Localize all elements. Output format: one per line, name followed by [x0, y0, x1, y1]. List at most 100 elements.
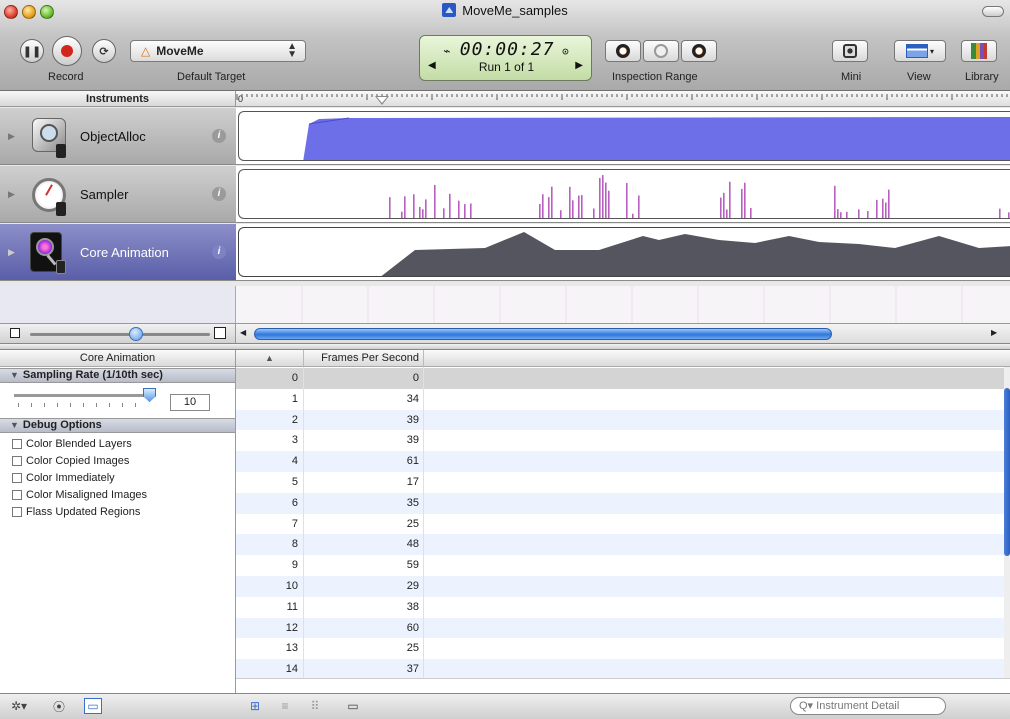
view-button[interactable]: ▾	[894, 40, 946, 62]
sample-spike	[560, 210, 562, 218]
table-row[interactable]: 1 34	[236, 389, 1006, 410]
loop-button[interactable]: ⟳	[92, 39, 116, 63]
sample-spike	[858, 209, 860, 218]
track-core-animation[interactable]	[236, 224, 1010, 281]
option-color-blended-layers[interactable]: Color Blended Layers	[12, 438, 132, 450]
disclosure-triangle-icon[interactable]: ▶	[8, 247, 22, 258]
console-view-icon[interactable]: ▭	[344, 698, 362, 714]
checkbox[interactable]	[12, 507, 22, 517]
sampling-rate-field[interactable]: 10	[170, 394, 210, 411]
minimize-window-button[interactable]	[22, 5, 36, 19]
next-run-button[interactable]: ▶	[575, 60, 583, 71]
large-track-icon	[214, 327, 226, 339]
row-index: 1	[291, 392, 298, 405]
playhead-marker[interactable]	[375, 96, 389, 105]
table-row[interactable]: 10 29	[236, 576, 1006, 597]
table-row[interactable]: 12 60	[236, 617, 1006, 639]
sampling-rate-label: Sampling Rate (1/10th sec)	[22, 369, 163, 381]
track-objectalloc[interactable]	[236, 108, 1010, 165]
column-divider	[423, 367, 424, 678]
sample-spike	[608, 190, 610, 218]
timeline-scrollbar[interactable]: ◀ ▶	[236, 323, 1010, 343]
scroll-right-arrow[interactable]: ▶	[991, 328, 997, 337]
zoom-window-button[interactable]	[40, 5, 54, 19]
outline-view-icon[interactable]: ≡	[276, 698, 294, 714]
timeline-ruler[interactable]: 0	[236, 91, 1010, 107]
mini-button[interactable]	[832, 40, 868, 62]
window-title: MoveMe_samples	[0, 0, 1010, 22]
column-header-fps[interactable]: Frames Per Second	[304, 350, 424, 367]
table-row[interactable]: 13 25	[236, 638, 1006, 659]
table-row[interactable]: 2 39	[236, 409, 1006, 431]
checkbox[interactable]	[12, 490, 22, 500]
timer-display: ⌁ 00:00:27 ⊙ ◀ Run 1 of 1 ▶	[419, 35, 592, 81]
instrument-row-sampler[interactable]: ▶ Sampler i	[0, 166, 236, 223]
option-flash-updated-regions[interactable]: Flass Updated Regions	[12, 506, 140, 518]
disclosure-triangle-icon[interactable]: ▶	[8, 189, 22, 200]
row-index: 2	[291, 413, 298, 426]
option-color-immediately[interactable]: Color Immediately	[12, 472, 115, 484]
pane-splitter[interactable]	[0, 343, 1010, 350]
sampling-rate-section[interactable]: ▼ Sampling Rate (1/10th sec)	[0, 368, 235, 383]
instrument-row-core-animation[interactable]: ▶ Core Animation i	[0, 224, 236, 281]
info-icon[interactable]: i	[212, 187, 226, 201]
pause-button[interactable]: ❚❚	[20, 39, 44, 63]
diagram-view-icon[interactable]: ⠿	[306, 698, 324, 714]
slider-knob[interactable]	[129, 327, 143, 341]
document-icon	[442, 3, 457, 17]
clock-start-icon	[616, 44, 630, 58]
row-fps: 25	[406, 642, 419, 655]
scroll-left-arrow[interactable]: ◀	[240, 328, 246, 337]
extended-detail-icon[interactable]: ⦿	[50, 698, 68, 714]
table-row[interactable]: 11 38	[236, 597, 1006, 618]
table-row[interactable]: 6 35	[236, 492, 1006, 514]
column-header-index[interactable]: ▲	[236, 350, 304, 367]
record-button[interactable]	[52, 36, 82, 66]
library-button[interactable]	[961, 40, 997, 62]
sampling-slider-knob[interactable]	[143, 388, 156, 402]
table-row[interactable]: 7 25	[236, 514, 1006, 535]
instrument-detail-search[interactable]: Q▾ Instrument Detail	[790, 697, 946, 715]
config-title: Core Animation	[0, 350, 235, 367]
checkbox[interactable]	[12, 473, 22, 483]
option-color-misaligned-images[interactable]: Color Misaligned Images	[12, 489, 147, 501]
table-row[interactable]: 4 61	[236, 451, 1006, 472]
row-fps: 39	[406, 413, 419, 426]
inspection-clear-button[interactable]	[643, 40, 679, 62]
table-row[interactable]: 8 48	[236, 534, 1006, 556]
table-row[interactable]: 3 39	[236, 430, 1006, 451]
option-color-copied-images[interactable]: Color Copied Images	[12, 455, 129, 467]
objectalloc-icon	[28, 112, 72, 160]
checkbox[interactable]	[12, 456, 22, 466]
table-view-icon[interactable]: ⊞	[246, 698, 264, 714]
sample-spike	[548, 197, 550, 218]
toolbar-toggle-button[interactable]	[982, 6, 1004, 17]
checkbox[interactable]	[12, 439, 22, 449]
sample-spike	[572, 200, 574, 218]
inspection-start-button[interactable]	[605, 40, 641, 62]
sampling-rate-slider[interactable]	[14, 394, 154, 397]
row-index: 10	[285, 580, 298, 592]
table-row[interactable]: 5 17	[236, 472, 1006, 493]
toggle-detail-icon[interactable]: ▭	[84, 698, 102, 714]
table-scroll-thumb[interactable]	[1004, 388, 1010, 556]
clock-icon	[654, 44, 668, 58]
row-fps: 60	[406, 621, 419, 634]
target-selector[interactable]: △ MoveMe ▲ ▼	[130, 40, 306, 62]
info-icon[interactable]: i	[212, 129, 226, 143]
inspection-end-button[interactable]	[681, 40, 717, 62]
table-row[interactable]: 14 37	[236, 659, 1006, 678]
timeline-scroll-thumb[interactable]	[254, 328, 832, 340]
debug-options-section[interactable]: ▼ Debug Options	[0, 418, 235, 433]
track-height-slider[interactable]	[30, 333, 210, 336]
instrument-row-objectalloc[interactable]: ▶ ObjectAlloc i	[0, 108, 236, 165]
info-icon[interactable]: i	[212, 245, 226, 259]
table-row[interactable]: 9 59	[236, 555, 1006, 576]
disclosure-triangle-icon[interactable]: ▶	[8, 131, 22, 142]
instrument-config-pane: Core Animation ▼ Sampling Rate (1/10th se…	[0, 350, 236, 693]
close-window-button[interactable]	[4, 5, 18, 19]
sampler-stopwatch-icon	[28, 170, 72, 218]
gear-menu-icon[interactable]: ✲▾	[10, 698, 28, 714]
table-row[interactable]: 00	[236, 368, 1006, 389]
track-sampler[interactable]	[236, 166, 1010, 223]
